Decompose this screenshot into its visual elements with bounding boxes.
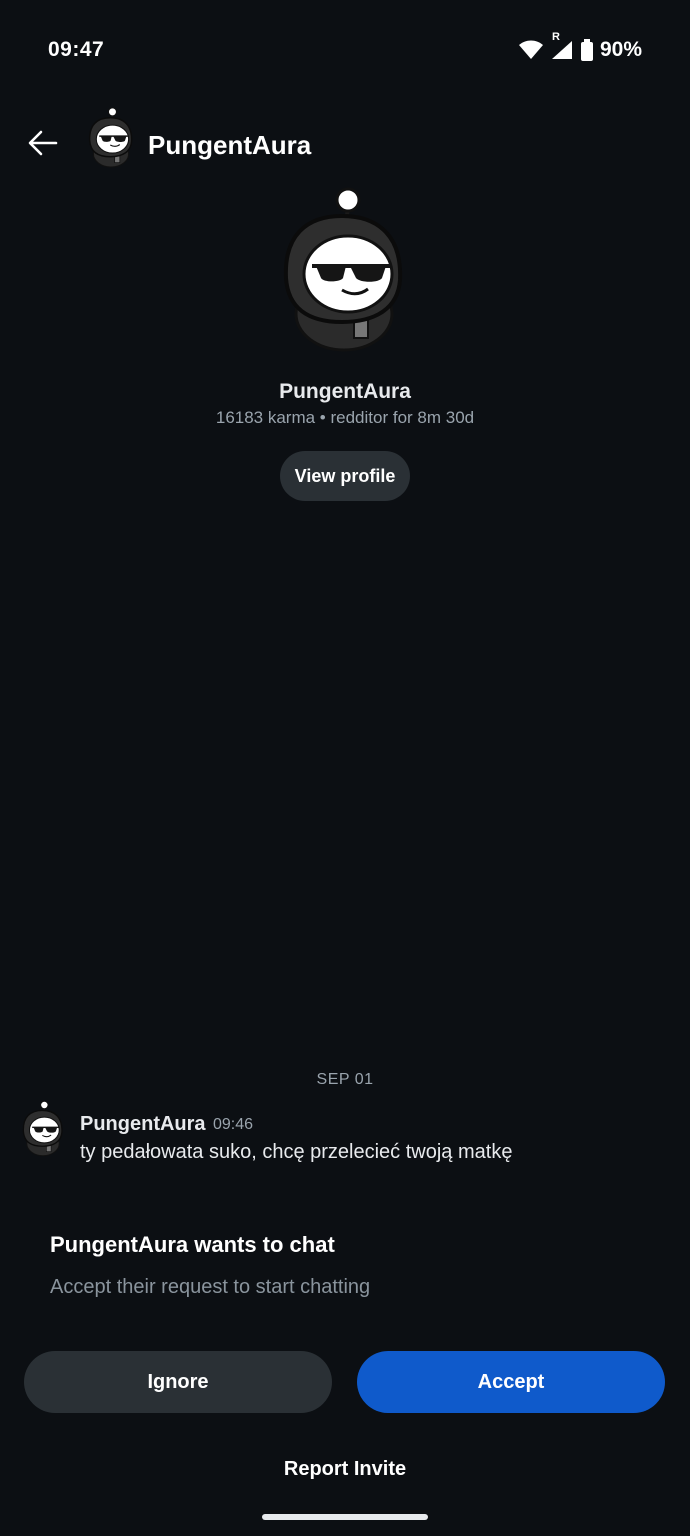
message-timestamp: 09:46 (213, 1116, 254, 1133)
message-avatar[interactable] (20, 1098, 66, 1160)
date-separator: SEP 01 (316, 1071, 374, 1088)
message-text: ty pedałowata suko, chcę przelecieć twoj… (80, 1141, 513, 1163)
battery-percent: 90% (599, 38, 642, 61)
view-profile-button[interactable]: View profile (280, 451, 410, 501)
profile-avatar (276, 186, 412, 356)
report-invite-button[interactable]: Report Invite (0, 1458, 690, 1481)
profile-username: PungentAura (279, 380, 411, 403)
profile-meta: 16183 karma • redditor for 8m 30d (215, 408, 475, 427)
wifi-icon (518, 39, 544, 61)
home-indicator[interactable] (262, 1514, 428, 1520)
header-avatar[interactable] (86, 106, 136, 170)
invite-title: PungentAura wants to chat (50, 1232, 335, 1257)
invite-subtitle: Accept their request to start chatting (50, 1276, 371, 1298)
roaming-indicator: R (551, 31, 560, 43)
message-author[interactable]: PungentAura (80, 1113, 206, 1136)
accept-button[interactable]: Accept (357, 1351, 665, 1413)
ignore-button[interactable]: Ignore (24, 1351, 332, 1413)
arrow-left-icon (28, 130, 58, 161)
status-icons: R 90% (518, 31, 642, 62)
header-title[interactable]: PungentAura (148, 130, 311, 161)
battery-icon (580, 39, 594, 61)
status-bar: 09:47 R 90% (0, 0, 690, 100)
cellular-signal-icon: R (550, 31, 574, 61)
back-button[interactable] (22, 124, 64, 166)
status-time: 09:47 (48, 38, 105, 61)
chat-header: PungentAura (0, 104, 690, 188)
